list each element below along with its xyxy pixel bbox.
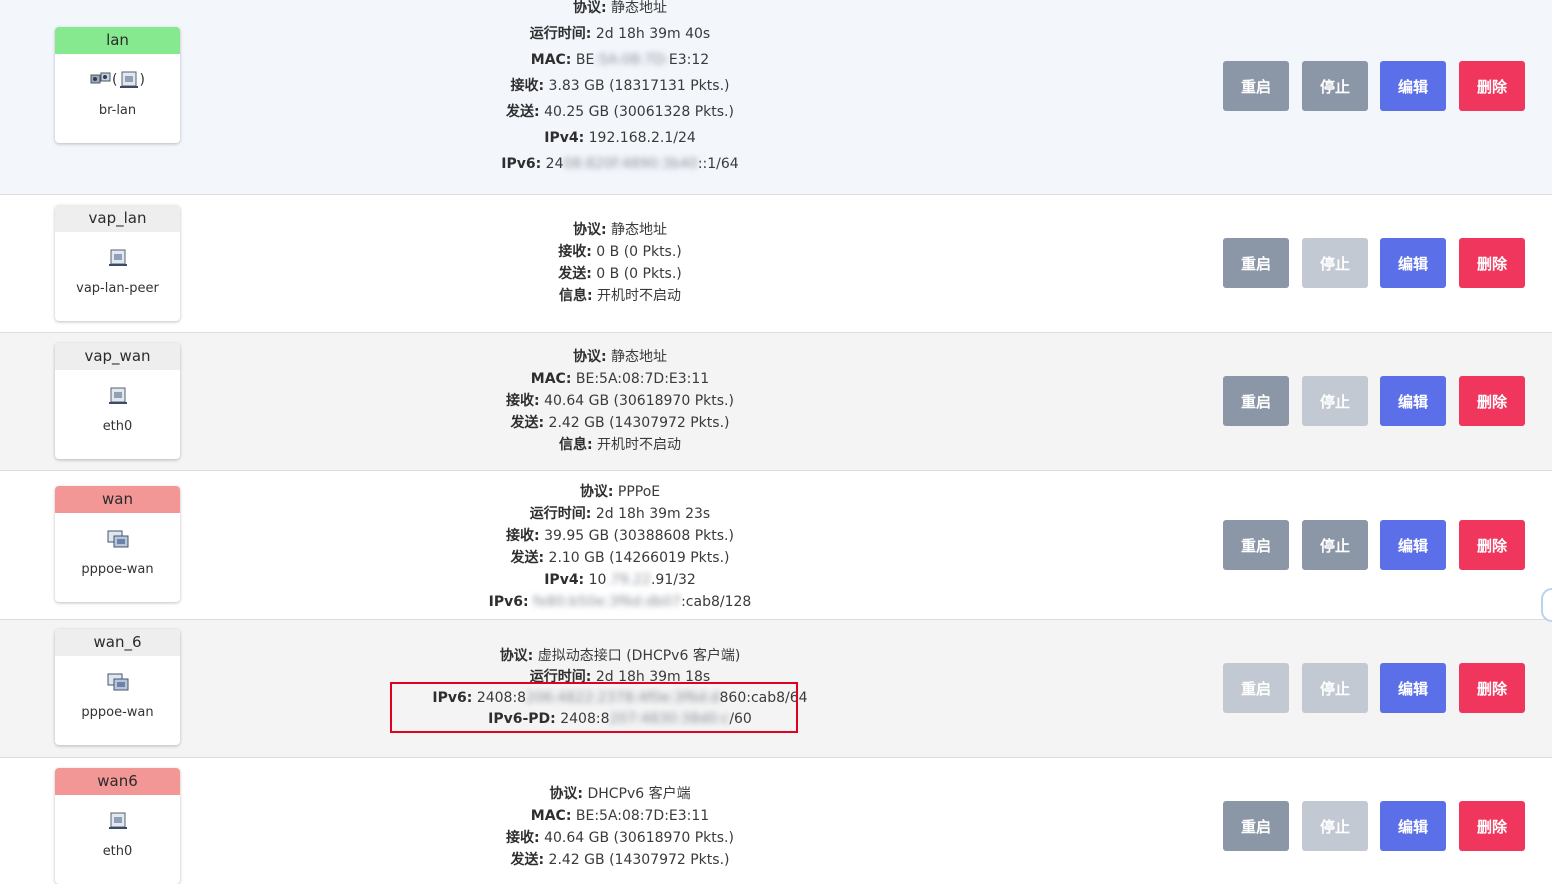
interface-device: eth0 xyxy=(102,844,133,859)
edit-button[interactable]: 编辑 xyxy=(1380,801,1446,851)
interface-device: eth0 xyxy=(102,419,133,434)
delete-button[interactable]: 删除 xyxy=(1459,376,1525,426)
stop-button: 停止 xyxy=(1302,663,1368,713)
status-line-rx: 接收: 0 B (0 Pkts.) xyxy=(558,244,682,260)
delete-button[interactable]: 删除 xyxy=(1459,663,1525,713)
interface-badge-vap-lan: vap_lan vap-lan-peer xyxy=(55,205,180,321)
status-line-uptime: 运行时间: 2d 18h 39m 40s xyxy=(529,26,711,42)
interface-row-wan: wan pppoe-wan 协议: PPPoE 运行时间: 2d 18h 39m… xyxy=(0,471,1552,620)
interface-name: vap_wan xyxy=(55,343,180,370)
status-line-protocol: 协议: 静态地址 xyxy=(572,222,668,238)
interface-name: vap_lan xyxy=(55,205,180,232)
status-line-protocol: 协议: 静态地址 xyxy=(572,349,668,365)
delete-button[interactable]: 删除 xyxy=(1459,238,1525,288)
interface-badge-wan6: wan6 eth0 xyxy=(55,768,180,884)
stop-button[interactable]: 停止 xyxy=(1302,61,1368,111)
ethernet-port-icon xyxy=(55,387,180,409)
status-line-info: 信息: 开机时不启动 xyxy=(558,437,682,453)
status-line-mac: MAC: BE:5A:08:7D:E3:11 xyxy=(530,371,710,387)
interface-status: 协议: DHCPv6 客户端 MAC: BE:5A:08:7D:E3:11 接收… xyxy=(350,783,890,871)
interface-row-lan: lan ( ) br-lan 协议: 静态地址 运行时间: 2d 18h 39m… xyxy=(0,0,1552,195)
interface-status: 协议: 静态地址 运行时间: 2d 18h 39m 40s MAC: BE:5A… xyxy=(350,0,890,177)
interface-badge-vap-wan: vap_wan eth0 xyxy=(55,343,180,459)
status-line-ipv6: IPv6: 2408:820f:4890:3b40::1/64 xyxy=(501,156,739,172)
status-line-ipv4: IPv4: 10.79.22.91/32 xyxy=(544,572,696,588)
status-line-mac: MAC: BE:5A:08:7D:E3:12 xyxy=(530,52,710,68)
restart-button: 重启 xyxy=(1223,663,1289,713)
ethernet-port-icon xyxy=(55,812,180,834)
status-line-rx: 接收: 40.64 GB (30618970 Pkts.) xyxy=(506,393,734,409)
interface-name: wan_6 xyxy=(55,629,180,656)
interface-badge-wan: wan pppoe-wan xyxy=(55,486,180,602)
interface-device: pppoe-wan xyxy=(81,562,154,577)
interface-status: 协议: 静态地址 MAC: BE:5A:08:7D:E3:11 接收: 40.6… xyxy=(350,346,890,456)
restart-button[interactable]: 重启 xyxy=(1223,520,1289,570)
status-line-protocol: 协议: DHCPv6 客户端 xyxy=(549,786,691,802)
restart-button[interactable]: 重启 xyxy=(1223,376,1289,426)
tunnel-icon xyxy=(55,530,180,552)
redacted-text: .79.22 xyxy=(606,572,651,588)
edit-button[interactable]: 编辑 xyxy=(1380,238,1446,288)
redacted-text: 08:820f:4890:3b40 xyxy=(563,156,698,172)
scroll-handle[interactable] xyxy=(1541,588,1552,622)
interface-device: pppoe-wan xyxy=(81,705,154,720)
status-line-info: 信息: 开机时不启动 xyxy=(558,288,682,304)
redacted-text: :5A:08:7D: xyxy=(594,52,669,68)
tunnel-icon xyxy=(55,673,180,695)
interface-badge-wan-6: wan_6 pppoe-wan xyxy=(55,629,180,745)
stop-button: 停止 xyxy=(1302,376,1368,426)
status-line-ipv6: IPv6: fe80:b50e:3f6d:db07:cab8/128 xyxy=(488,594,752,610)
status-line-mac: MAC: BE:5A:08:7D:E3:11 xyxy=(530,808,710,824)
status-line-uptime: 运行时间: 2d 18h 39m 23s xyxy=(529,506,711,522)
status-line-ipv4: IPv4: 192.168.2.1/24 xyxy=(544,130,696,146)
status-line-tx: 发送: 0 B (0 Pkts.) xyxy=(558,266,682,282)
interface-device: br-lan xyxy=(98,103,137,118)
status-line-tx: 发送: 2.42 GB (14307972 Pkts.) xyxy=(510,415,730,431)
stop-button[interactable]: 停止 xyxy=(1302,520,1368,570)
stop-button: 停止 xyxy=(1302,801,1368,851)
status-line-protocol: 协议: PPPoE xyxy=(579,484,661,500)
interface-name: wan6 xyxy=(55,768,180,795)
status-line-tx: 发送: 2.42 GB (14307972 Pkts.) xyxy=(510,852,730,868)
interface-name: lan xyxy=(55,27,180,54)
ethernet-port-icon xyxy=(90,72,111,84)
delete-button[interactable]: 删除 xyxy=(1459,61,1525,111)
restart-button[interactable]: 重启 xyxy=(1223,61,1289,111)
status-line-rx: 接收: 40.64 GB (30618970 Pkts.) xyxy=(506,830,734,846)
edit-button[interactable]: 编辑 xyxy=(1380,61,1446,111)
interface-badge-lan: lan ( ) br-lan xyxy=(55,27,180,143)
status-line-rx: 接收: 3.83 GB (18317131 Pkts.) xyxy=(510,78,730,94)
ethernet-port-icon xyxy=(119,71,138,88)
edit-button[interactable]: 编辑 xyxy=(1380,520,1446,570)
redacted-text: fe80:b50e:3f6d:db07 xyxy=(533,594,682,610)
interface-row-vap-lan: vap_lan vap-lan-peer 协议: 静态地址 接收: 0 B (0… xyxy=(0,195,1552,333)
annotation-highlight-box xyxy=(390,682,798,733)
status-line-protocol: 协议: 虚拟动态接口 (DHCPv6 客户端) xyxy=(499,648,741,664)
edit-button[interactable]: 编辑 xyxy=(1380,376,1446,426)
edit-button[interactable]: 编辑 xyxy=(1380,663,1446,713)
delete-button[interactable]: 删除 xyxy=(1459,801,1525,851)
restart-button[interactable]: 重启 xyxy=(1223,238,1289,288)
bridge-paren-close: ) xyxy=(139,72,145,88)
interface-row-wan6: wan6 eth0 协议: DHCPv6 客户端 MAC: BE:5A:08:7… xyxy=(0,758,1552,884)
interface-row-vap-wan: vap_wan eth0 协议: 静态地址 MAC: BE:5A:08:7D:E… xyxy=(0,333,1552,471)
status-line-rx: 接收: 39.95 GB (30388608 Pkts.) xyxy=(506,528,734,544)
status-line-tx: 发送: 40.25 GB (30061328 Pkts.) xyxy=(506,104,734,120)
status-line-protocol: 协议: 静态地址 xyxy=(572,0,668,16)
bridge-icon: ( ) xyxy=(55,71,180,93)
interface-status: 协议: 静态地址 接收: 0 B (0 Pkts.) 发送: 0 B (0 Pk… xyxy=(350,219,890,307)
interface-name: wan xyxy=(55,486,180,513)
status-line-tx: 发送: 2.10 GB (14266019 Pkts.) xyxy=(510,550,730,566)
interface-status: 协议: PPPoE 运行时间: 2d 18h 39m 23s 接收: 39.95… xyxy=(350,481,890,613)
ethernet-port-icon xyxy=(55,249,180,271)
interface-device: vap-lan-peer xyxy=(76,281,159,296)
delete-button[interactable]: 删除 xyxy=(1459,520,1525,570)
restart-button[interactable]: 重启 xyxy=(1223,801,1289,851)
stop-button: 停止 xyxy=(1302,238,1368,288)
